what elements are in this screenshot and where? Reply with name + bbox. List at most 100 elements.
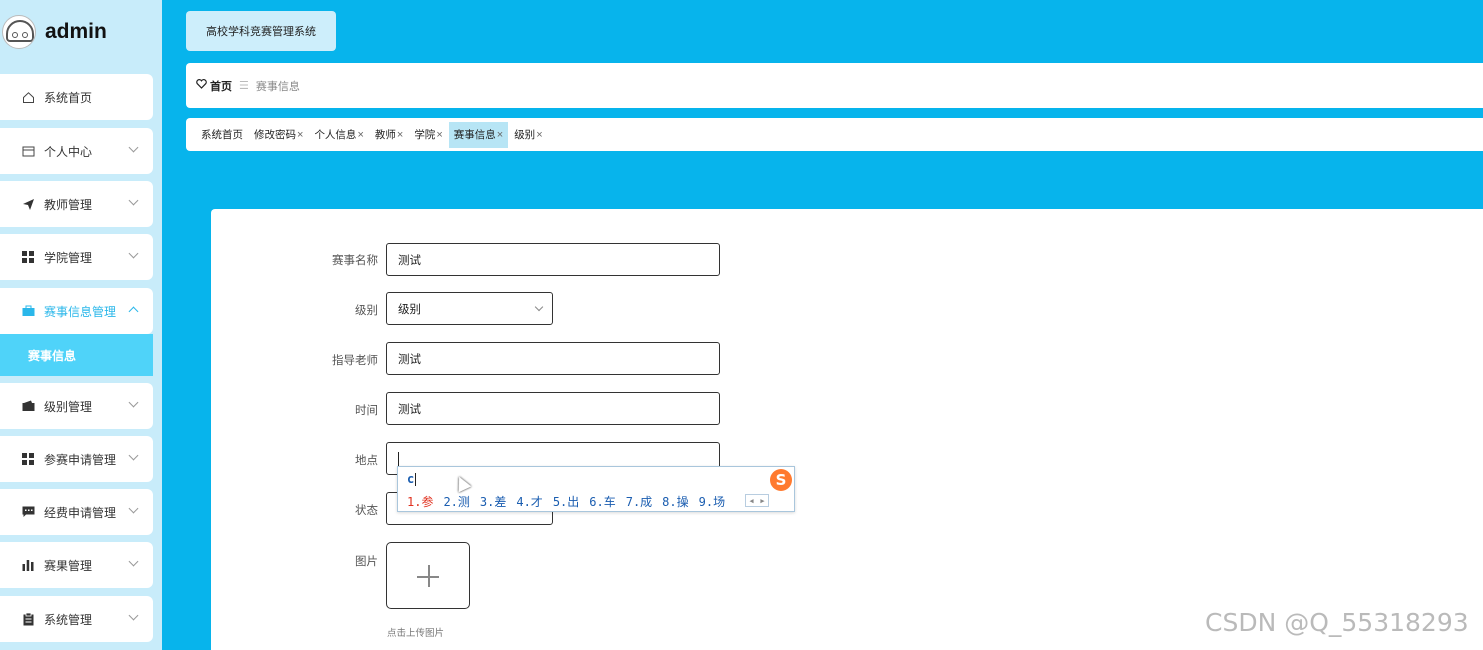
- name-label: 赛事名称: [332, 255, 378, 267]
- sidebar-item-label: 赛果管理: [44, 558, 93, 573]
- breadcrumb-current: 赛事信息: [255, 80, 300, 93]
- close-icon[interactable]: ×: [357, 129, 363, 141]
- ime-candidate[interactable]: 9.场: [699, 493, 725, 510]
- sidebar-item-competition-info[interactable]: 赛事信息管理: [0, 288, 153, 334]
- sidebar-item-teacher[interactable]: 教师管理: [0, 181, 153, 227]
- ime-candidate[interactable]: 8.操: [662, 493, 688, 510]
- tab-label: 赛事信息: [453, 129, 496, 141]
- tab-label: 教师: [374, 129, 396, 141]
- tab-label: 系统首页: [201, 129, 243, 141]
- ime-composition: c: [407, 472, 417, 486]
- upload-hint: 点击上传图片: [387, 628, 445, 639]
- level-select[interactable]: 级别: [386, 292, 553, 325]
- tab-home[interactable]: 系统首页: [196, 122, 248, 148]
- chevron-down-icon: [534, 302, 544, 312]
- system-title: 高校学科竞赛管理系统: [186, 11, 336, 51]
- breadcrumb-home[interactable]: 首页: [196, 78, 232, 94]
- ime-candidate[interactable]: 2.测: [443, 493, 469, 510]
- tab-label: 修改密码: [254, 129, 296, 141]
- watermark: CSDN @Q_55318293: [1205, 608, 1469, 637]
- chevron-down-icon: [128, 248, 139, 259]
- sidebar-item-results[interactable]: 赛果管理: [0, 542, 153, 588]
- level-label: 级别: [355, 305, 378, 317]
- chevron-down-icon: [128, 195, 139, 206]
- sidebar-item-level[interactable]: 级别管理: [0, 383, 153, 429]
- tab-competition-info[interactable]: 赛事信息 ×: [448, 121, 509, 148]
- grid-icon: [21, 250, 35, 264]
- tab-label: 学院: [414, 129, 436, 141]
- sidebar-item-personal-center[interactable]: 个人中心: [0, 128, 153, 174]
- image-label: 图片: [355, 556, 378, 568]
- close-icon[interactable]: ×: [436, 129, 442, 141]
- ime-pager[interactable]: ◀ ▶: [745, 494, 769, 507]
- tab-teacher[interactable]: 教师 ×: [370, 122, 408, 148]
- status-label: 状态: [355, 505, 378, 517]
- clipboard-icon: [21, 612, 35, 626]
- chevron-down-icon: [128, 450, 139, 461]
- chevron-down-icon: [128, 142, 139, 153]
- tab-level[interactable]: 级别 ×: [509, 122, 547, 148]
- chevron-down-icon: [128, 397, 139, 408]
- name-input[interactable]: 测试: [386, 243, 720, 276]
- chevron-left-icon[interactable]: ◀: [749, 497, 753, 505]
- chevron-up-icon: [128, 306, 139, 317]
- sidebar-item-label: 经费申请管理: [44, 505, 117, 520]
- sidebar-item-home[interactable]: 系统首页: [0, 74, 153, 120]
- chevron-down-icon: [128, 556, 139, 567]
- tab-college[interactable]: 学院 ×: [409, 122, 447, 148]
- brand-title: admin: [45, 20, 107, 43]
- ime-candidates: 1.参 2.测 3.差 4.才 5.出 6.车 7.成 8.操 9.场: [407, 493, 735, 510]
- sidebar-item-label: 赛事信息管理: [44, 304, 117, 319]
- heart-icon: [196, 79, 207, 92]
- image-upload[interactable]: [386, 542, 470, 609]
- close-icon[interactable]: ×: [397, 129, 403, 141]
- ime-candidate[interactable]: 3.差: [480, 493, 506, 510]
- ime-candidate[interactable]: 5.出: [553, 493, 579, 510]
- close-icon[interactable]: ×: [536, 129, 542, 141]
- ime-candidate[interactable]: 4.才: [516, 493, 542, 510]
- teacher-label: 指导老师: [332, 355, 378, 367]
- close-icon[interactable]: ×: [497, 129, 503, 141]
- avatar: [2, 15, 36, 49]
- sidebar-item-funding[interactable]: 经费申请管理: [0, 489, 153, 535]
- sidebar-item-label: 个人中心: [44, 144, 93, 159]
- sidebar-subitem-competition-info[interactable]: 赛事信息: [0, 334, 153, 376]
- tab-personal-info[interactable]: 个人信息 ×: [309, 122, 368, 148]
- ime-candidate[interactable]: 7.成: [626, 493, 652, 510]
- message-icon: [21, 505, 35, 519]
- level-value: 级别: [398, 303, 421, 316]
- chevron-down-icon: [128, 503, 139, 514]
- brand: admin: [0, 10, 162, 54]
- ime-candidate[interactable]: 1.参: [407, 493, 433, 510]
- name-value: 测试: [398, 254, 421, 267]
- time-label: 时间: [355, 405, 378, 417]
- sidebar-item-label: 系统首页: [44, 90, 93, 105]
- time-input[interactable]: 测试: [386, 392, 720, 425]
- teacher-input[interactable]: 测试: [386, 342, 720, 375]
- sidebar-item-label: 级别管理: [44, 399, 93, 414]
- tab-label: 级别: [514, 129, 536, 141]
- briefcase-icon: [21, 304, 35, 318]
- sidebar-item-label: 教师管理: [44, 197, 93, 212]
- sidebar-item-label: 系统管理: [44, 612, 93, 627]
- sidebar-item-registration[interactable]: 参赛申请管理: [0, 436, 153, 482]
- sidebar-item-college[interactable]: 学院管理: [0, 234, 153, 280]
- ime-logo-icon: S: [770, 469, 792, 491]
- card-icon: [21, 144, 35, 158]
- tab-label: 个人信息: [314, 129, 357, 141]
- sidebar-item-system[interactable]: 系统管理: [0, 596, 153, 642]
- close-icon[interactable]: ×: [297, 129, 303, 141]
- time-value: 测试: [398, 403, 421, 416]
- ime-candidate[interactable]: 6.车: [589, 493, 615, 510]
- sidebar: admin 系统首页 个人中心 教师管理 学院管理 赛事信息管理 赛事信息 级别…: [0, 0, 162, 650]
- sidebar-item-label: 学院管理: [44, 250, 93, 265]
- ime-input-text: c: [407, 472, 415, 486]
- tab-change-password[interactable]: 修改密码 ×: [249, 122, 308, 148]
- place-label: 地点: [355, 455, 378, 467]
- chevron-right-icon[interactable]: ▶: [760, 497, 764, 505]
- grid-icon: [21, 452, 35, 466]
- text-cursor: [398, 451, 399, 466]
- breadcrumb: 首页 ☰ 赛事信息: [186, 63, 1483, 108]
- send-icon: [21, 197, 35, 211]
- bar-chart-icon: [21, 558, 35, 572]
